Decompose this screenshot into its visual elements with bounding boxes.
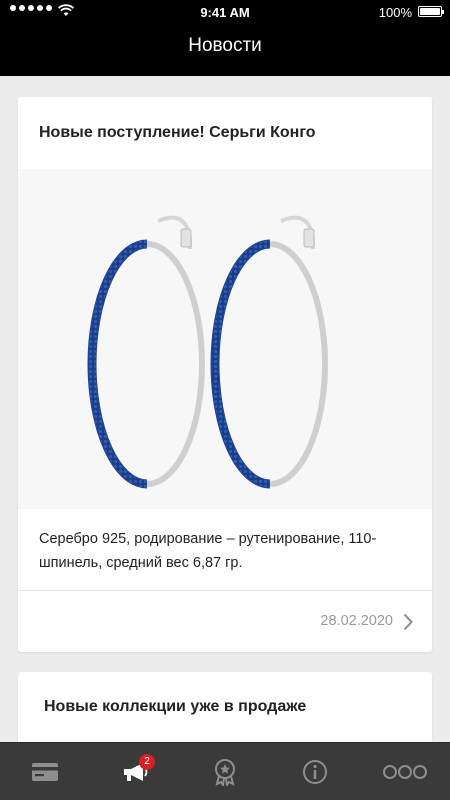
- more-dots-icon: [383, 765, 427, 779]
- status-bar: 9:41 AM 100%: [0, 0, 450, 24]
- tab-info[interactable]: [270, 743, 360, 800]
- right-earring: [210, 215, 328, 489]
- earrings-illustration: [87, 215, 328, 489]
- news-card-title: Новые коллекции уже в продаже: [44, 698, 307, 715]
- battery-percent: 100%: [378, 5, 412, 20]
- news-card-date: 28.02.2020: [320, 613, 393, 629]
- award-icon: [215, 759, 235, 786]
- news-feed[interactable]: Новые поступление! Серьги Конго Серебро …: [0, 76, 450, 742]
- news-card-description: Серебро 925, родирование – рутенирование…: [39, 531, 377, 571]
- hoop-earrings-image: [18, 169, 432, 509]
- news-card[interactable]: Новые поступление! Серьги Конго Серебро …: [18, 97, 432, 652]
- tab-card[interactable]: [0, 743, 90, 800]
- nav-bar: Новости: [0, 24, 450, 76]
- battery-icon: [418, 6, 444, 17]
- news-card-title: Новые поступление! Серьги Конго: [39, 124, 316, 141]
- info-icon: [303, 760, 327, 784]
- notification-badge: 2: [139, 754, 155, 770]
- news-card-footer[interactable]: 28.02.2020: [18, 591, 432, 652]
- tab-bar: 2: [0, 742, 450, 800]
- battery-fill: [420, 8, 440, 15]
- news-card[interactable]: Новые коллекции уже в продаже: [18, 672, 432, 742]
- tab-news[interactable]: 2: [90, 743, 180, 800]
- tab-awards[interactable]: [180, 743, 270, 800]
- page-title: Новости: [188, 35, 262, 56]
- chevron-right-icon[interactable]: [403, 613, 413, 631]
- tab-more[interactable]: [360, 743, 450, 800]
- card-icon: [32, 763, 58, 781]
- left-earring: [87, 215, 205, 489]
